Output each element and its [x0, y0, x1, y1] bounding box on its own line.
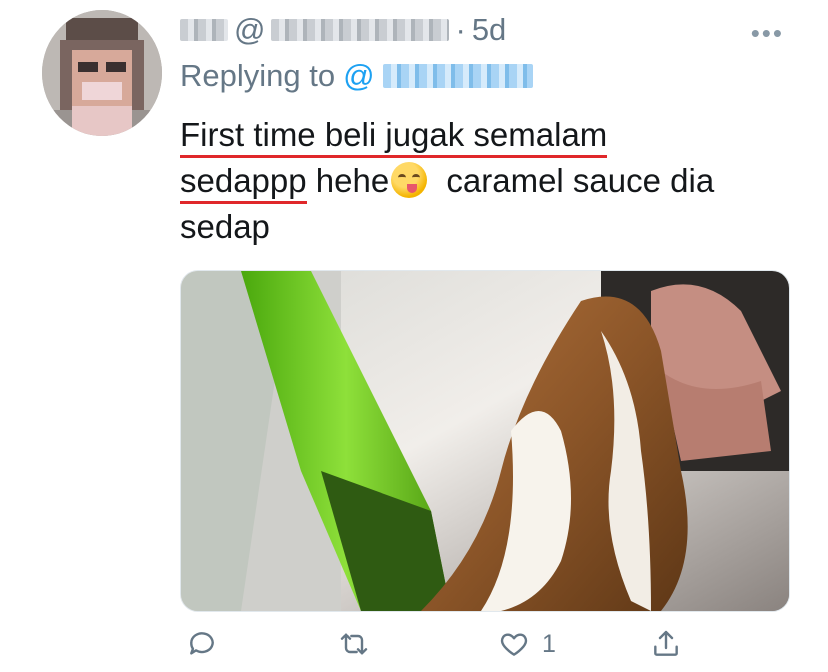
replying-to: Replying to @ — [180, 58, 533, 94]
author-handle-at: @ — [234, 12, 266, 47]
face-savoring-food-icon — [391, 162, 428, 198]
time-separator: · — [455, 12, 466, 47]
tweet-text: First time beli jugak semalam sedappp he… — [180, 112, 780, 250]
like-count: 1 — [542, 629, 556, 658]
tweet-text-line-2: sedappp hehe caramel sauce dia — [180, 158, 780, 204]
tweet-text-underlined-1: First time beli jugak semalam — [180, 116, 608, 158]
tweet-header: @ · 5d — [180, 12, 740, 48]
timestamp[interactable]: 5d — [472, 12, 506, 48]
tweet-text-underlined-2: sedappp — [180, 162, 307, 204]
reply-button[interactable] — [186, 628, 230, 660]
author-name-redacted — [180, 19, 228, 41]
mention-at: @ — [343, 58, 375, 93]
heart-icon — [500, 633, 528, 656]
reply-icon — [190, 632, 214, 655]
tweet-text-line-1: First time beli jugak semalam — [180, 112, 780, 158]
tweet-photo[interactable] — [180, 270, 790, 612]
avatar-image — [42, 10, 162, 136]
share-button[interactable] — [650, 628, 694, 660]
retweet-icon — [340, 633, 368, 655]
retweet-button[interactable] — [338, 628, 382, 660]
tweet-text-line-3: sedap — [180, 208, 270, 245]
replying-to-handle-redacted — [382, 64, 533, 88]
avatar[interactable] — [42, 10, 162, 136]
author-handle-redacted — [271, 19, 450, 41]
ice-cream-photo — [181, 271, 789, 611]
replying-to-label: Replying to — [180, 58, 336, 93]
tweet-text-hehe: hehe — [315, 162, 390, 199]
tweet-actions: 1 — [180, 628, 780, 668]
more-options-icon[interactable]: ••• — [751, 18, 784, 49]
tweet-text-caramel: caramel sauce dia — [446, 162, 715, 199]
share-icon — [654, 630, 678, 656]
like-button[interactable]: 1 — [498, 628, 556, 660]
replying-to-mention[interactable]: @ — [343, 58, 374, 94]
